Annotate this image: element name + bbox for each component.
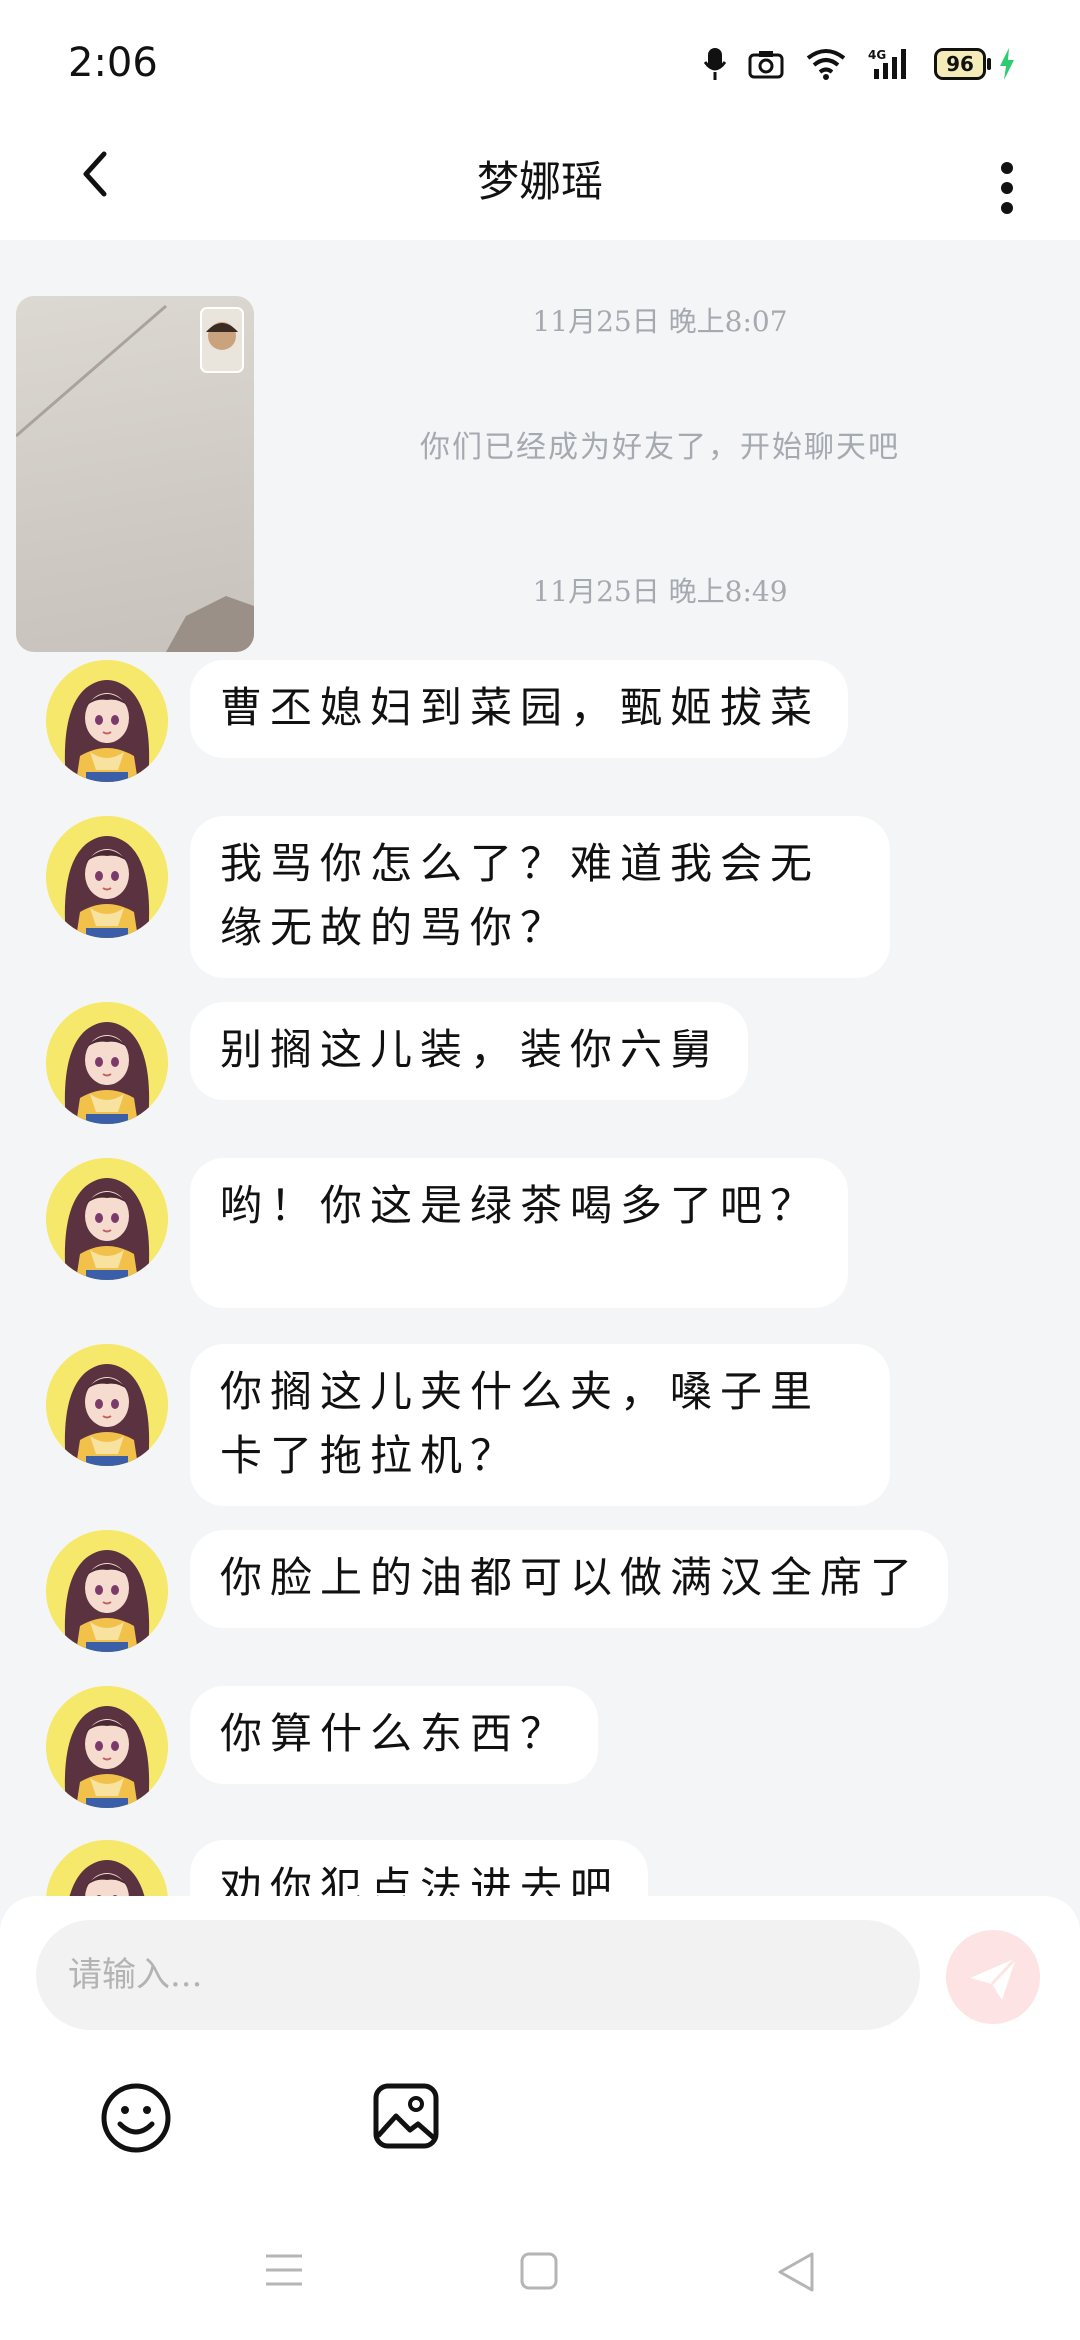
avatar[interactable] [46, 816, 168, 938]
message-row: 我骂你怎么了？难道我会无缘无故的骂你？ [46, 816, 890, 978]
signal-4g-icon: 4G [868, 48, 906, 79]
send-button[interactable] [946, 1930, 1040, 2024]
charging-icon [1000, 48, 1014, 80]
chat-header: 梦娜瑶 [0, 120, 1080, 240]
message-bubble[interactable]: 我骂你怎么了？难道我会无缘无故的骂你？ [190, 816, 890, 978]
more-vertical-icon[interactable] [982, 142, 1032, 214]
status-bar: 2:06 4G 96 [0, 0, 1080, 120]
message-input[interactable]: 请输入... [36, 1920, 920, 2030]
message-row: 你脸上的油都可以做满汉全席了 [46, 1530, 949, 1652]
avatar-illustration [46, 660, 168, 782]
timestamp: 11月25日 晚上8:07 [532, 305, 788, 338]
message-bubble[interactable]: 你算什么东西？ [190, 1686, 599, 1784]
avatar[interactable] [46, 1840, 168, 1900]
avatar-illustration [46, 1002, 168, 1124]
message-bubble[interactable]: 哟！你这是绿茶喝多了吧？ [190, 1158, 849, 1308]
battery-indicator: 96 [934, 48, 991, 80]
video-frame [16, 304, 254, 652]
message-bubble[interactable]: 你脸上的油都可以做满汉全席了 [190, 1530, 949, 1628]
svg-text:4G: 4G [868, 48, 886, 62]
message-row: 你搁这儿夹什么夹，嗓子里卡了拖拉机？ [46, 1344, 890, 1506]
message-bubble[interactable]: 劝你犯点法进去吧 [190, 1840, 649, 1900]
avatar[interactable] [46, 1002, 168, 1124]
avatar[interactable] [46, 1344, 168, 1466]
avatar[interactable] [46, 1686, 168, 1808]
avatar[interactable] [46, 660, 168, 782]
avatar-illustration [46, 1530, 168, 1652]
home-icon[interactable] [518, 2250, 562, 2294]
message-row: 劝你犯点法进去吧 [46, 1840, 649, 1900]
message-row: 哟！你这是绿茶喝多了吧？ [46, 1158, 849, 1308]
avatar[interactable] [46, 1530, 168, 1652]
timestamp: 11月25日 晚上8:49 [532, 575, 788, 608]
message-row: 别搁这儿装，装你六舅 [46, 1002, 749, 1124]
system-message: 你们已经成为好友了，开始聊天吧 [420, 430, 900, 465]
message-row: 曹丕媳妇到菜园，甄姬拔菜 [46, 660, 849, 782]
image-icon[interactable] [370, 2080, 442, 2152]
message-bubble[interactable]: 你搁这儿夹什么夹，嗓子里卡了拖拉机？ [190, 1344, 890, 1506]
video-call-preview[interactable] [16, 296, 254, 652]
avatar-illustration [46, 816, 168, 938]
status-icons: 4G 96 [704, 42, 1016, 86]
message-row: 你算什么东西？ [46, 1686, 599, 1808]
microphone-icon [704, 48, 726, 80]
back-triangle-icon[interactable] [774, 2250, 818, 2294]
send-icon [970, 1956, 1018, 2000]
avatar[interactable] [46, 1158, 168, 1280]
wifi-icon [806, 49, 846, 80]
status-time: 2:06 [68, 40, 158, 86]
chat-title: 梦娜瑶 [476, 157, 603, 206]
avatar-illustration [46, 1686, 168, 1808]
camera-icon [748, 51, 784, 79]
avatar-illustration [46, 1158, 168, 1280]
message-bubble[interactable]: 别搁这儿装，装你六舅 [190, 1002, 749, 1100]
menu-icon[interactable] [262, 2250, 306, 2290]
emoji-icon[interactable] [98, 2080, 174, 2156]
avatar-illustration [46, 1344, 168, 1466]
message-composer: 请输入... [0, 1896, 1080, 2340]
avatar-illustration [46, 1840, 168, 1900]
message-bubble[interactable]: 曹丕媳妇到菜园，甄姬拔菜 [190, 660, 849, 758]
